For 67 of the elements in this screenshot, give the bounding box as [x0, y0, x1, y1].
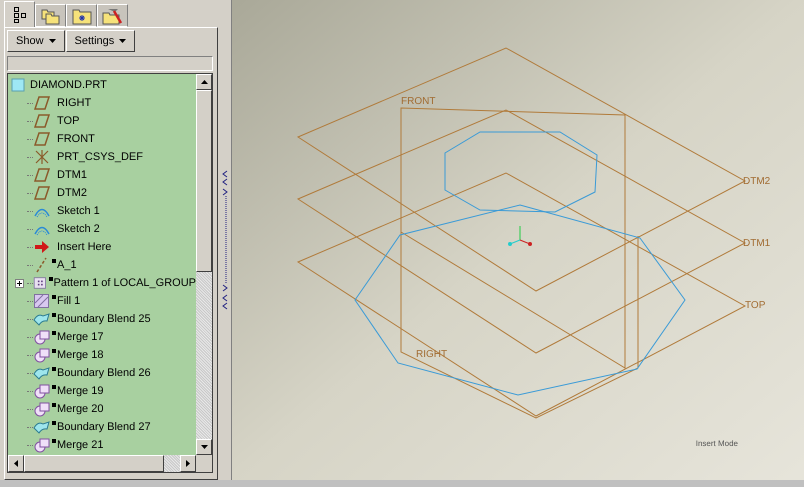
plane-label: DTM1 [743, 238, 770, 249]
right-arrow-icon [186, 460, 190, 467]
plane-label: FRONT [401, 96, 436, 107]
merge-icon [33, 383, 51, 399]
coordinate-axes-icon [508, 226, 532, 246]
hatched-square-icon [33, 293, 51, 309]
merge-icon [33, 437, 51, 453]
up-arrow-icon [200, 80, 208, 84]
merge-icon [33, 329, 51, 345]
blend-surface-icon [33, 419, 51, 435]
expand-toggle[interactable] [14, 278, 24, 288]
panel-tab[interactable] [4, 1, 35, 27]
tree-root[interactable]: DIAMOND.PRT [30, 76, 107, 94]
tree-item[interactable]: RIGHT [57, 94, 92, 112]
tree-icon [12, 6, 26, 24]
folders-icon [40, 6, 60, 24]
plane-label: TOP [745, 300, 766, 311]
coordinate-system-icon [33, 149, 51, 165]
blend-surface-icon [33, 311, 51, 327]
folder-star-icon [72, 6, 92, 24]
tree-item[interactable]: Boundary Blend 27 [57, 418, 151, 436]
datum-plane-icon [33, 95, 51, 111]
tree-item[interactable]: Merge 21 [57, 436, 104, 454]
expand-arrows-icon [222, 188, 228, 292]
tree-item[interactable]: PRT_CSYS_DEF [57, 148, 143, 166]
down-arrow-icon [200, 445, 208, 449]
datum-plane-icon [33, 185, 51, 201]
folder-hammer-icon [102, 6, 124, 24]
pattern-icon [33, 275, 48, 291]
vertical-scrollbar[interactable] [196, 74, 212, 455]
panel-tab[interactable] [66, 4, 97, 27]
panel-tab[interactable] [97, 4, 128, 27]
tree-item[interactable]: A_1 [57, 256, 77, 274]
merge-icon [33, 401, 51, 417]
tree-item[interactable]: Merge 20 [57, 400, 104, 418]
datum-plane-icon [33, 131, 51, 147]
tree-item[interactable]: Sketch 1 [57, 202, 100, 220]
dropdown-button[interactable]: Settings [66, 30, 136, 52]
tree-item[interactable]: Fill 1 [57, 292, 80, 310]
dropdown-button[interactable]: Show [7, 30, 65, 52]
part-cube-icon [11, 78, 25, 92]
tree-item[interactable]: DTM1 [57, 166, 87, 184]
datum-plane-icon [33, 167, 51, 183]
datum-plane-icon [33, 113, 51, 129]
tree-item[interactable]: Merge 18 [57, 346, 104, 364]
tree-item[interactable]: Boundary Blend 25 [57, 310, 151, 328]
tree-item[interactable]: Merge 19 [57, 382, 104, 400]
collapse-arrows-icon [222, 170, 228, 186]
insert-arrow-icon [33, 239, 51, 255]
caret-icon [119, 39, 126, 43]
tree-item[interactable]: Sketch 2 [57, 220, 100, 238]
left-arrow-icon [14, 460, 18, 467]
merge-icon [33, 347, 51, 363]
panel-tab[interactable] [35, 4, 66, 27]
tree-item[interactable]: Insert Here [57, 238, 112, 256]
tree-item[interactable]: FRONT [57, 130, 95, 148]
blend-surface-icon [33, 365, 51, 381]
tree-item[interactable]: Merge 17 [57, 328, 104, 346]
mode-indicator: Insert Mode [696, 438, 738, 450]
tree-item[interactable]: Boundary Blend 26 [57, 364, 151, 382]
horizontal-scrollbar[interactable] [8, 455, 196, 472]
tree-item[interactable]: DTM2 [57, 184, 87, 202]
collapse-arrows-icon [222, 294, 228, 310]
plane-label: DTM2 [743, 176, 770, 187]
caret-icon [48, 39, 56, 43]
tree-item[interactable]: Pattern 1 of LOCAL_GROUP [54, 274, 196, 292]
tree-item[interactable]: TOP [57, 112, 80, 130]
